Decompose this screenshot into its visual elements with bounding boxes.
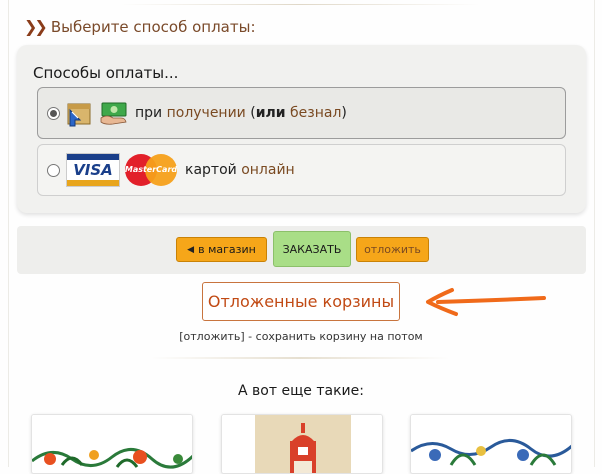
section-divider bbox=[150, 357, 450, 359]
payment-option-card-online[interactable]: VISA MasterCard картой онлайн bbox=[37, 144, 566, 196]
mastercard-logo-text: MasterCard bbox=[124, 165, 178, 174]
product-image bbox=[222, 415, 382, 473]
online-link[interactable]: онлайн bbox=[241, 162, 295, 178]
on-delivery-text-open: ( bbox=[245, 105, 256, 121]
payment-methods-title: Способы оплаты... bbox=[33, 64, 179, 82]
defer-button[interactable]: отложить bbox=[356, 237, 429, 262]
visa-logo-text: VISA bbox=[73, 161, 113, 179]
saved-baskets-button[interactable]: Отложенные корзины bbox=[202, 282, 400, 321]
card-online-text-pre: картой bbox=[185, 162, 242, 178]
left-triangle-icon: ◀ bbox=[187, 244, 195, 255]
payment-section-title: ❯❯ Выберите способ оплаты: bbox=[24, 17, 256, 36]
product-image bbox=[411, 415, 571, 473]
to-shop-button[interactable]: ◀ в магазин bbox=[176, 237, 267, 262]
payment-option-on-delivery[interactable]: при получении (или безнал) bbox=[37, 87, 566, 139]
on-delivery-text-or: или bbox=[255, 105, 286, 121]
order-actions-bar: ◀ в магазин ЗАКАЗАТЬ отложить bbox=[17, 226, 586, 274]
visa-icon: VISA bbox=[66, 153, 120, 187]
on-delivery-icons bbox=[66, 98, 129, 128]
delivery-box-icon bbox=[67, 103, 91, 127]
double-chevron-icon: ❯❯ bbox=[24, 17, 48, 36]
product-card[interactable] bbox=[410, 414, 572, 474]
top-divider bbox=[120, 4, 480, 5]
payment-section-title-text: Выберите способ оплаты: bbox=[50, 17, 256, 36]
on-delivery-link[interactable]: получении bbox=[167, 105, 246, 121]
on-delivery-text-pre: при bbox=[135, 105, 167, 121]
card-online-label: картой онлайн bbox=[185, 162, 295, 178]
recommendations-title: А вот еще такие: bbox=[238, 383, 364, 399]
to-shop-label: в магазин bbox=[198, 243, 256, 256]
order-button[interactable]: ЗАКАЗАТЬ bbox=[273, 231, 351, 267]
radio-on-delivery[interactable] bbox=[47, 106, 60, 120]
product-image bbox=[32, 415, 192, 473]
annotation-arrow-icon bbox=[426, 288, 546, 316]
cashless-link[interactable]: безнал bbox=[290, 105, 341, 121]
product-card[interactable] bbox=[31, 414, 193, 474]
saved-baskets-hint: [отложить] - сохранить корзину на потом bbox=[179, 330, 423, 343]
card-icons: VISA MasterCard bbox=[66, 153, 179, 187]
product-card[interactable] bbox=[221, 414, 383, 474]
cash-icon bbox=[100, 102, 127, 125]
payment-methods-panel: Способы оплаты... при получении (или без… bbox=[17, 45, 586, 213]
radio-card-online[interactable] bbox=[47, 163, 60, 177]
on-delivery-label: при получении (или безнал) bbox=[135, 105, 347, 121]
mastercard-icon: MasterCard bbox=[123, 153, 179, 187]
on-delivery-text-close: ) bbox=[341, 105, 347, 121]
